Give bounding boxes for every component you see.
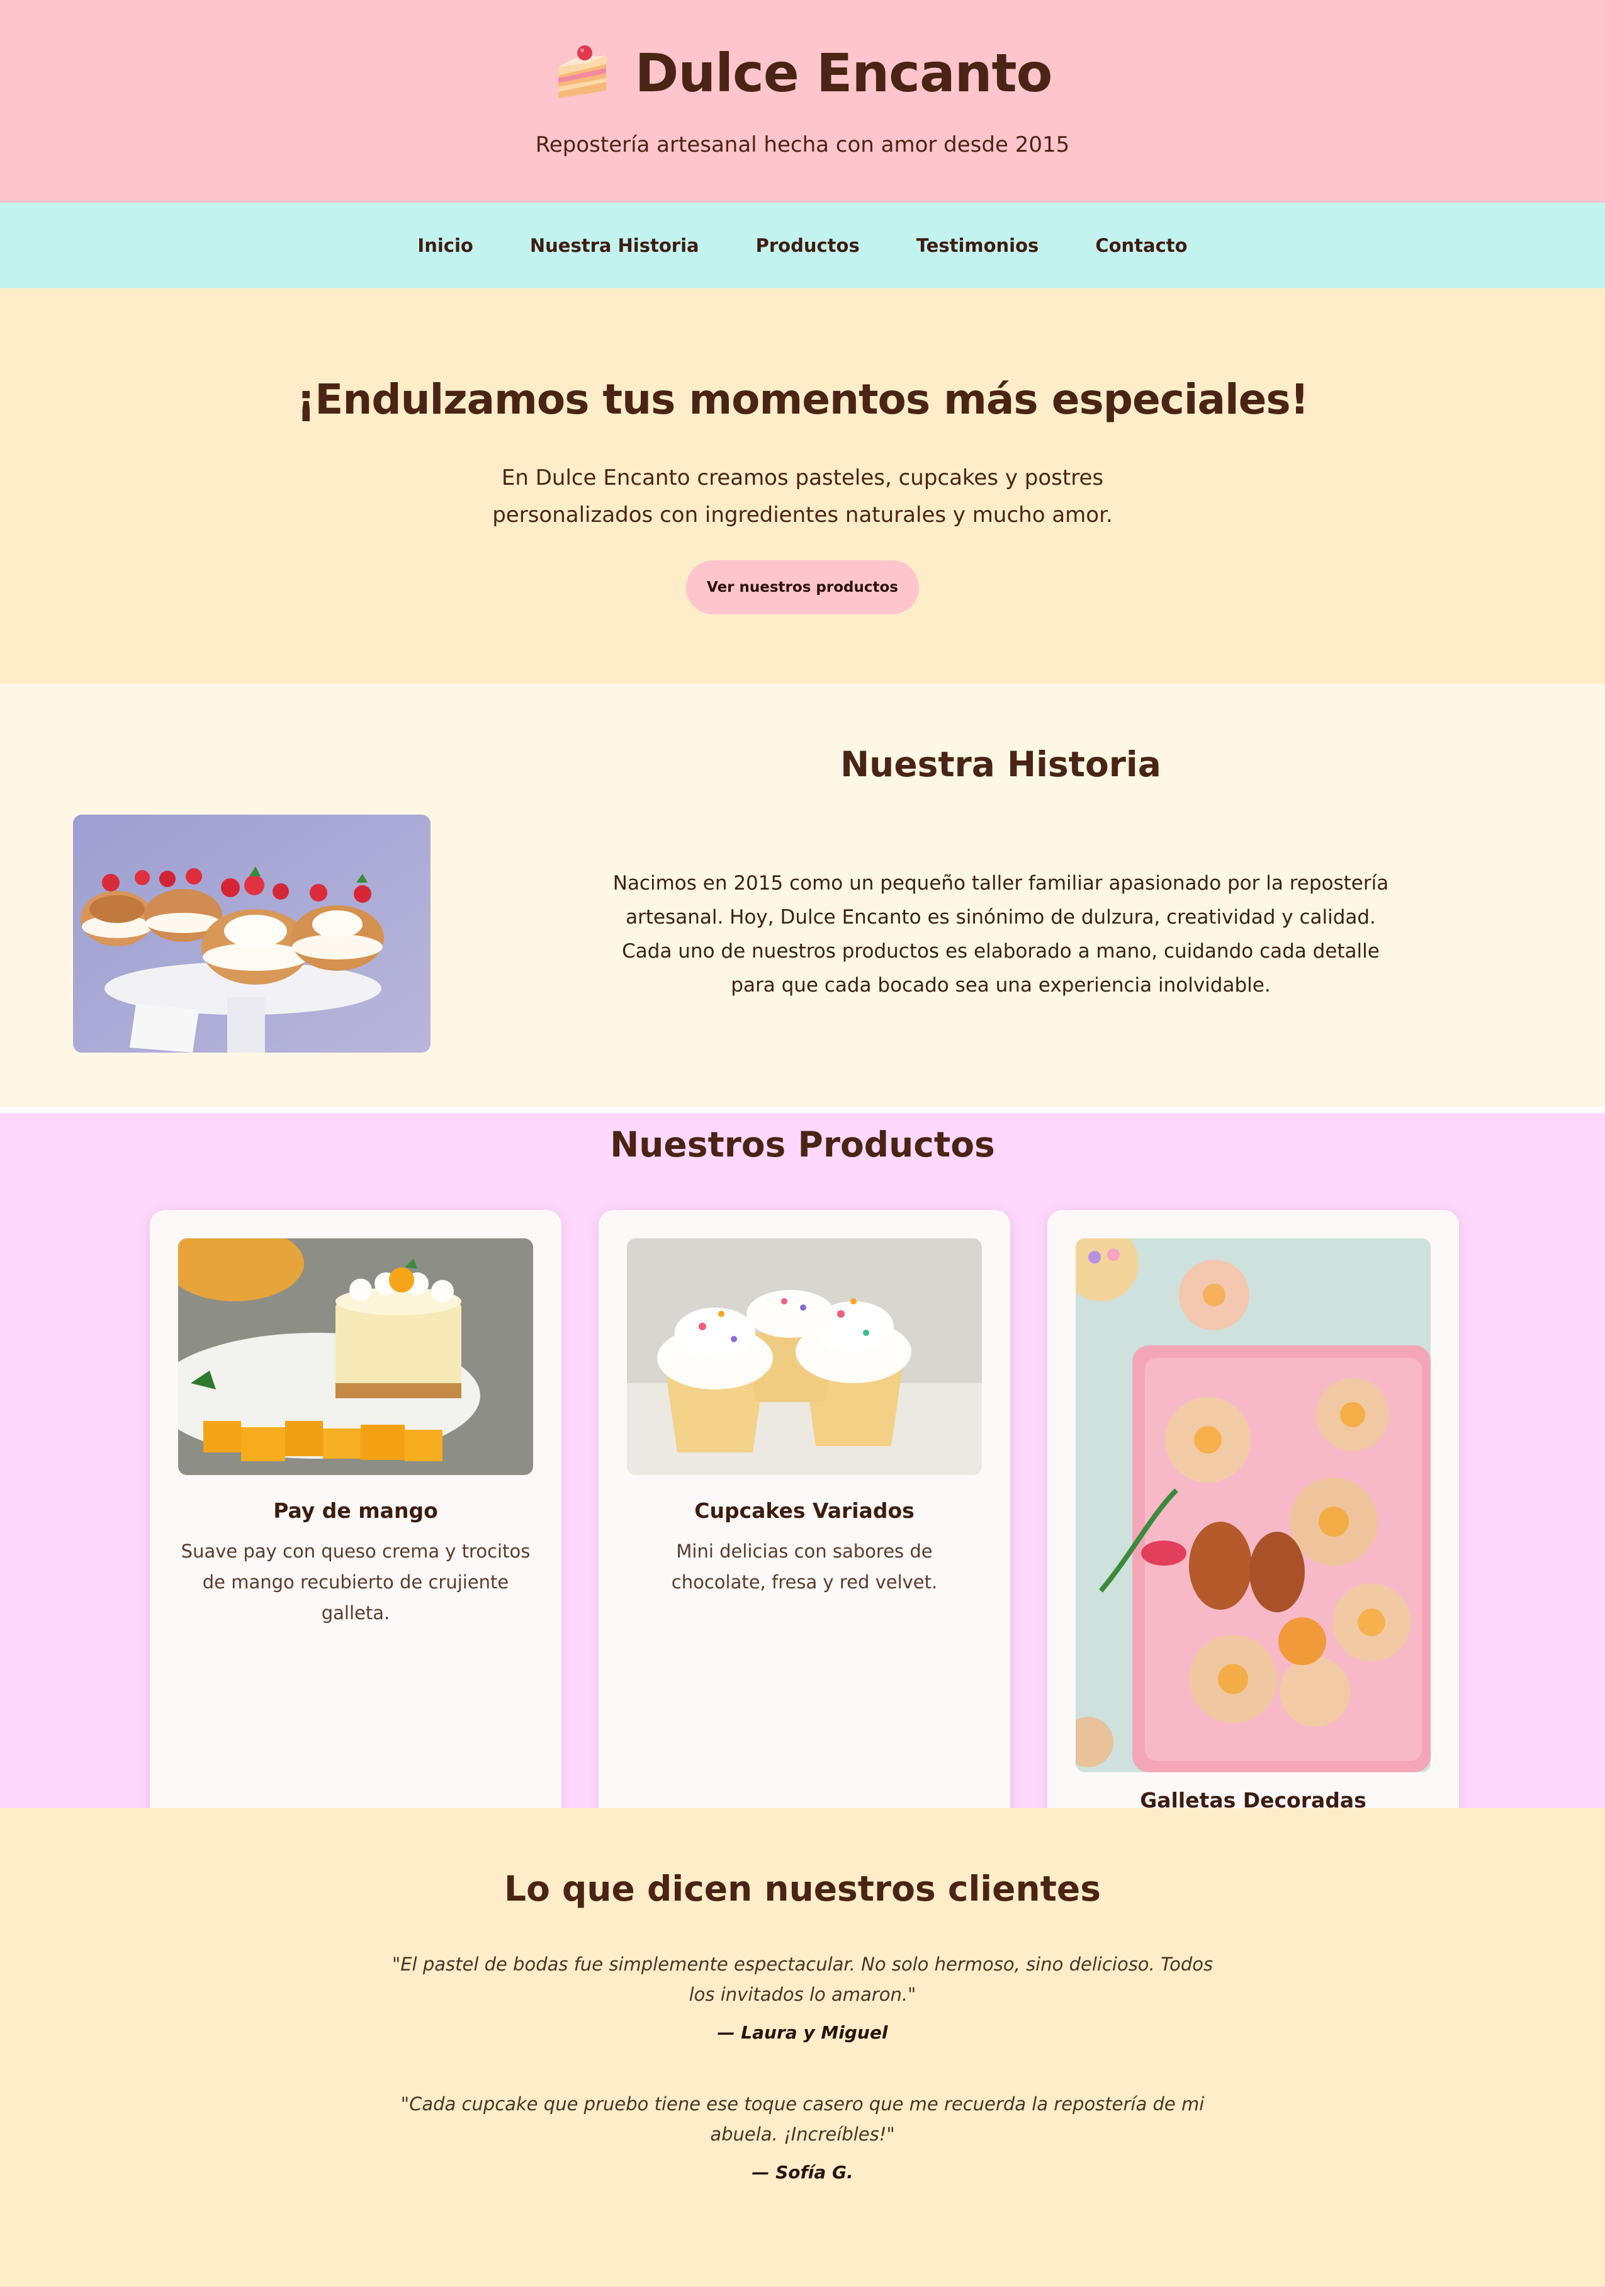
productos-title: Nuestros Productos (610, 1124, 995, 1165)
product-card: Cupcakes Variados Mini delicias con sabo… (599, 1210, 1010, 1808)
product-image-mango (178, 1238, 533, 1475)
nav-link-contacto[interactable]: Contacto (1095, 235, 1187, 256)
site-tagline: Repostería artesanal hecha con amor desd… (535, 132, 1070, 157)
nav-link-historia[interactable]: Nuestra Historia (530, 235, 699, 256)
testimonial-author: — Laura y Miguel (717, 2022, 888, 2043)
testimonial-quote: "Cada cupcake que pruebo tiene ese toque… (400, 2093, 1205, 2145)
product-title: Cupcakes Variados (694, 1498, 915, 1523)
historia-text: Nacimos en 2015 como un pequeño taller f… (612, 872, 1389, 997)
product-card: Galletas Decoradas (1047, 1210, 1459, 1808)
product-card: Pay de mango Suave pay con queso crema y… (150, 1210, 561, 1808)
cake-slice-icon (553, 42, 611, 105)
product-image-galletas (1076, 1238, 1431, 1772)
nav-link-testimonios[interactable]: Testimonios (916, 235, 1039, 256)
site-title: Dulce Encanto (634, 42, 1053, 104)
hero-section: ¡Endulzamos tus momentos más especiales!… (0, 288, 1605, 684)
footer-strip (0, 2287, 1605, 2296)
product-description: Mini delicias con sabores de chocolate, … (671, 1541, 938, 1593)
testimonios-title: Lo que dicen nuestros clientes (504, 1869, 1101, 1909)
site-header: Dulce Encanto Repostería artesanal hecha… (0, 0, 1605, 203)
historia-section: Nuestra Historia Nacimos en 2015 como un… (0, 684, 1605, 1107)
testimonial-quote: "El pastel de bodas fue simplemente espe… (391, 1954, 1214, 2005)
hero-title: ¡Endulzamos tus momentos más especiales! (296, 375, 1309, 424)
historia-title: Nuestra Historia (840, 744, 1161, 784)
nav-link-productos[interactable]: Productos (756, 235, 860, 256)
product-title: Pay de mango (273, 1498, 438, 1523)
view-products-button[interactable]: Ver nuestros productos (686, 560, 919, 614)
testimonios-section: Lo que dicen nuestros clientes "El paste… (0, 1808, 1605, 2287)
hero-text: En Dulce Encanto creamos pasteles, cupca… (492, 465, 1113, 528)
brand: Dulce Encanto (0, 42, 1605, 105)
productos-section: Nuestros Productos Pay de mango Suave pa… (0, 1113, 1605, 1808)
main-nav: Inicio Nuestra Historia Productos Testim… (0, 203, 1605, 288)
product-image-cupcakes (627, 1238, 982, 1475)
product-title: Galletas Decoradas (1140, 1788, 1366, 1808)
testimonial-author: — Sofía G. (752, 2162, 853, 2183)
product-description: Suave pay con queso crema y trocitos de … (181, 1541, 531, 1624)
nav-link-inicio[interactable]: Inicio (417, 235, 473, 256)
historia-image (73, 815, 431, 1053)
